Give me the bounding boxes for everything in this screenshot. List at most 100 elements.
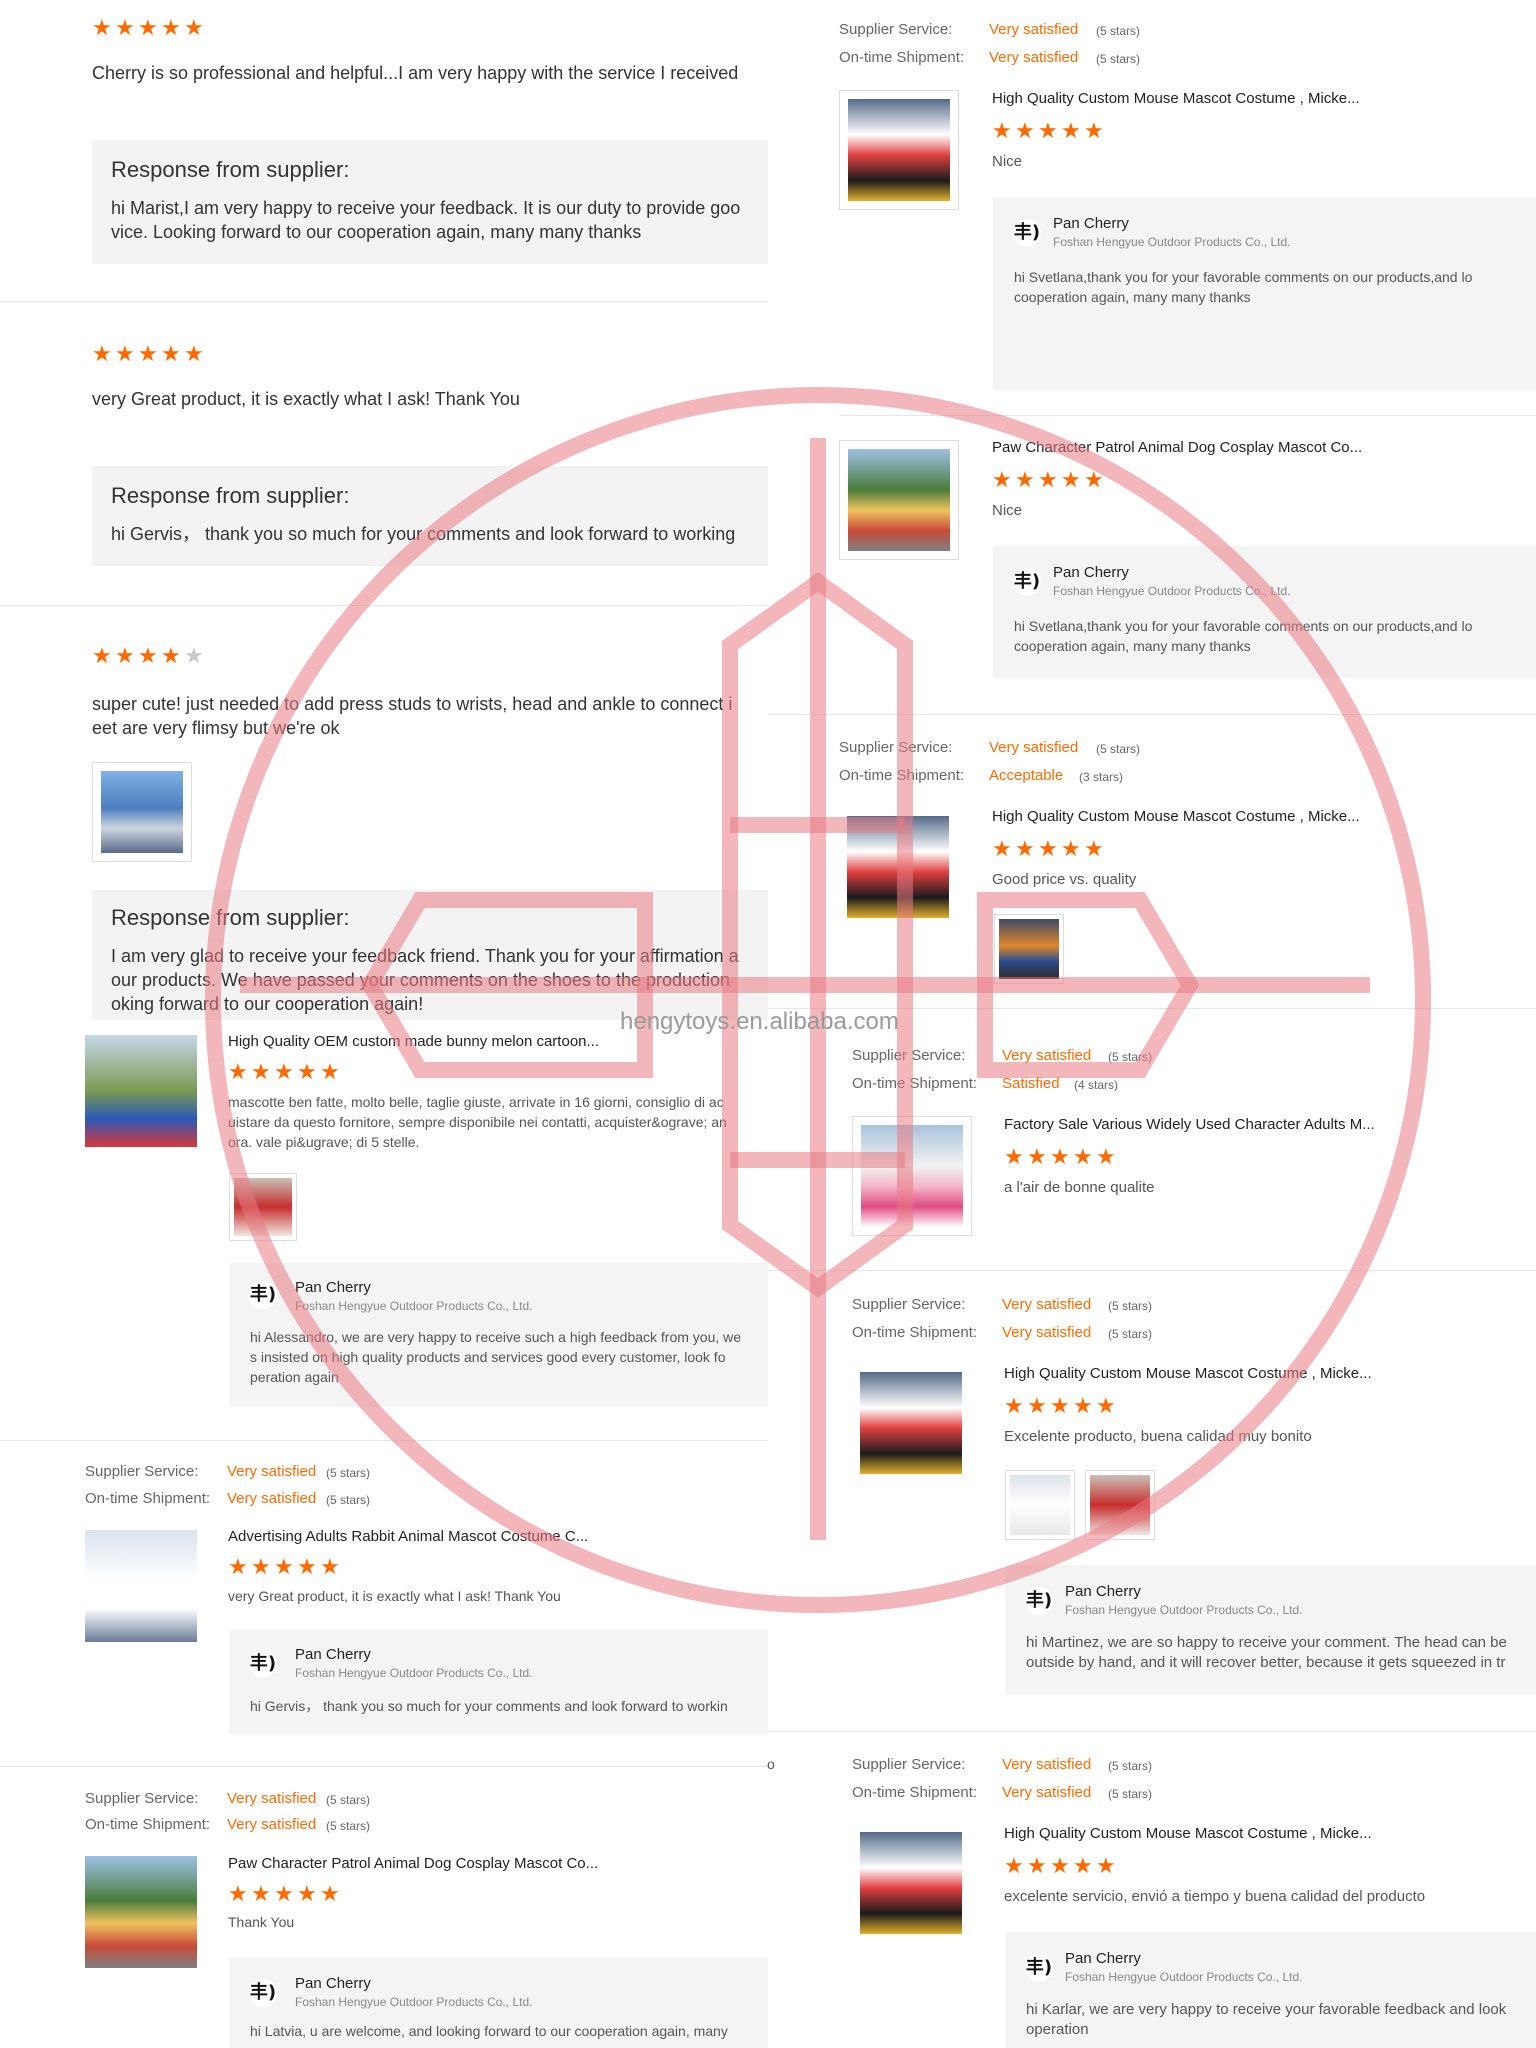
star-icon: ★ [184,341,204,366]
product-thumbnail[interactable] [839,808,957,926]
star-icon: ★ [1050,1393,1070,1418]
review-text: Excelente producto, buena calidad muy bo… [1004,1428,1312,1445]
product-thumbnail[interactable] [852,1824,970,1942]
supplier-response-box: Response from supplier: hi Marist,I am v… [92,140,768,264]
reply-text: hi Alessandro, we are very happy to rece… [250,1329,742,1385]
star-icon: ★ [92,15,112,40]
divider [768,1270,1536,1271]
review-photo-thumbnail[interactable] [92,762,192,862]
star-icon: ★ [138,15,158,40]
star-icon: ★ [251,1881,271,1906]
reply-text: hi Svetlana,thank you for your favorable… [1014,269,1473,305]
supplier-logo-icon: 丰) [1025,1587,1053,1615]
shipment-stars: (5 stars) [1096,52,1141,66]
star-icon: ★ [1061,118,1081,143]
product-title[interactable]: Factory Sale Various Widely Used Charact… [1004,1116,1375,1133]
response-title: Response from supplier: [111,157,350,182]
shipment-label: On-time Shipment: [85,1816,211,1833]
review-photo [999,919,1059,979]
star-icon: ★ [161,643,181,668]
star-icon: ★ [1061,836,1081,861]
supplier-service-value: Very satisfied [1002,1756,1092,1773]
product-thumbnail[interactable] [85,1856,197,1968]
review-photo-thumbnail[interactable] [1085,1470,1155,1540]
review-rating-stars: ★ ★ ★ ★ ★ [992,836,1104,861]
star-icon: ★ [1096,1393,1116,1418]
review-text: Good price vs. quality [992,871,1137,888]
shipment-stars: (5 stars) [326,1493,371,1507]
response-title: Response from supplier: [111,905,350,930]
response-text: hi Gervis， thank you so much for your co… [111,524,736,544]
review-rating-stars: ★ ★ ★ ★ ★ [992,118,1104,143]
supplier-reply-box: 丰) Pan Cherry Foshan Hengyue Outdoor Pro… [229,1630,768,1734]
product-title[interactable]: Paw Character Patrol Animal Dog Cosplay … [228,1855,598,1872]
divider [0,301,768,302]
star-icon: ★ [1015,467,1035,492]
supplier-service-label: Supplier Service: [839,21,953,38]
star-icon: ★ [1004,1393,1024,1418]
review-photo [1090,1475,1150,1535]
star-icon: ★ [320,1554,340,1579]
star-icon: ★ [228,1059,248,1084]
supplier-logo-icon: 丰) [1013,568,1041,596]
star-icon: ★ [1096,1144,1116,1169]
supplier-service-label: Supplier Service: [852,1296,966,1313]
replier-name: Pan Cherry [295,1279,371,1296]
product-image [860,1832,962,1934]
shipment-stars: (5 stars) [326,1819,371,1833]
star-icon: ★ [184,15,204,40]
star-icon: ★ [1027,1393,1047,1418]
shipment-value: Acceptable [989,767,1064,784]
shipment-label: On-time Shipment: [85,1490,211,1507]
product-thumbnail[interactable] [839,440,959,560]
supplier-service-stars: (5 stars) [1096,24,1141,38]
review-photo-thumbnail[interactable] [229,1173,297,1241]
replier-company: Foshan Hengyue Outdoor Products Co., Ltd… [295,1666,533,1680]
product-thumbnail[interactable] [85,1530,197,1642]
review-photo-thumbnail[interactable] [994,914,1064,984]
product-thumbnail[interactable] [85,1035,197,1147]
divider [839,415,1536,416]
reply-text: hi Svetlana,thank you for your favorable… [1014,618,1473,654]
product-title[interactable]: High Quality Custom Mouse Mascot Costume… [992,90,1360,107]
divider [0,1440,768,1441]
product-title[interactable]: High Quality Custom Mouse Mascot Costume… [1004,1365,1372,1382]
review-rating-stars: ★ ★ ★ ★ ★ [1004,1393,1116,1418]
star-empty-icon: ★ [184,643,204,668]
product-title[interactable]: High Quality Custom Mouse Mascot Costume… [1004,1825,1372,1842]
review-photo-thumbnail[interactable] [1005,1470,1075,1540]
supplier-service-value: Very satisfied [989,739,1079,756]
star-icon: ★ [1073,1393,1093,1418]
review-rating-stars: ★ ★ ★ ★ ★ [228,1881,340,1906]
star-icon: ★ [1073,1853,1093,1878]
review-text: mascotte ben fatte, molto belle, taglie … [228,1094,727,1150]
review-rating-stars: ★ ★ ★ ★ ★ [228,1059,340,1084]
product-title[interactable]: Advertising Adults Rabbit Animal Mascot … [228,1528,588,1545]
product-thumbnail[interactable] [852,1364,970,1482]
product-thumbnail[interactable] [839,90,959,210]
supplier-logo-icon: 丰) [249,1281,277,1309]
supplier-service-stars: (5 stars) [1108,1299,1153,1313]
product-title[interactable]: Paw Character Patrol Animal Dog Cosplay … [992,439,1362,456]
star-icon: ★ [161,15,181,40]
supplier-service-value: Very satisfied [227,1790,317,1807]
shipment-stars: (3 stars) [1079,770,1124,784]
supplier-response-box: Response from supplier: hi Gervis， thank… [92,466,768,566]
divider [0,605,768,606]
product-title[interactable]: High Quality Custom Mouse Mascot Costume… [992,808,1360,825]
supplier-service-value: Very satisfied [989,21,1079,38]
review-photo [101,771,183,853]
product-thumbnail[interactable] [852,1116,972,1236]
shipment-value: Very satisfied [1002,1784,1092,1801]
star-icon: ★ [297,1059,317,1084]
review-text: a l'air de bonne qualite [1004,1179,1155,1196]
shipment-label: On-time Shipment: [852,1075,978,1092]
review-text: super cute! just needed to add press stu… [92,694,733,738]
watermark-url: hengytoys.en.alibaba.com [620,1008,899,1035]
product-title[interactable]: High Quality OEM custom made bunny melon… [228,1033,599,1050]
star-icon: ★ [138,643,158,668]
star-icon: ★ [1084,467,1104,492]
shipment-value: Very satisfied [227,1490,317,1507]
star-icon: ★ [1050,1853,1070,1878]
review-rating-stars: ★ ★ ★ ★ ★ [992,467,1104,492]
